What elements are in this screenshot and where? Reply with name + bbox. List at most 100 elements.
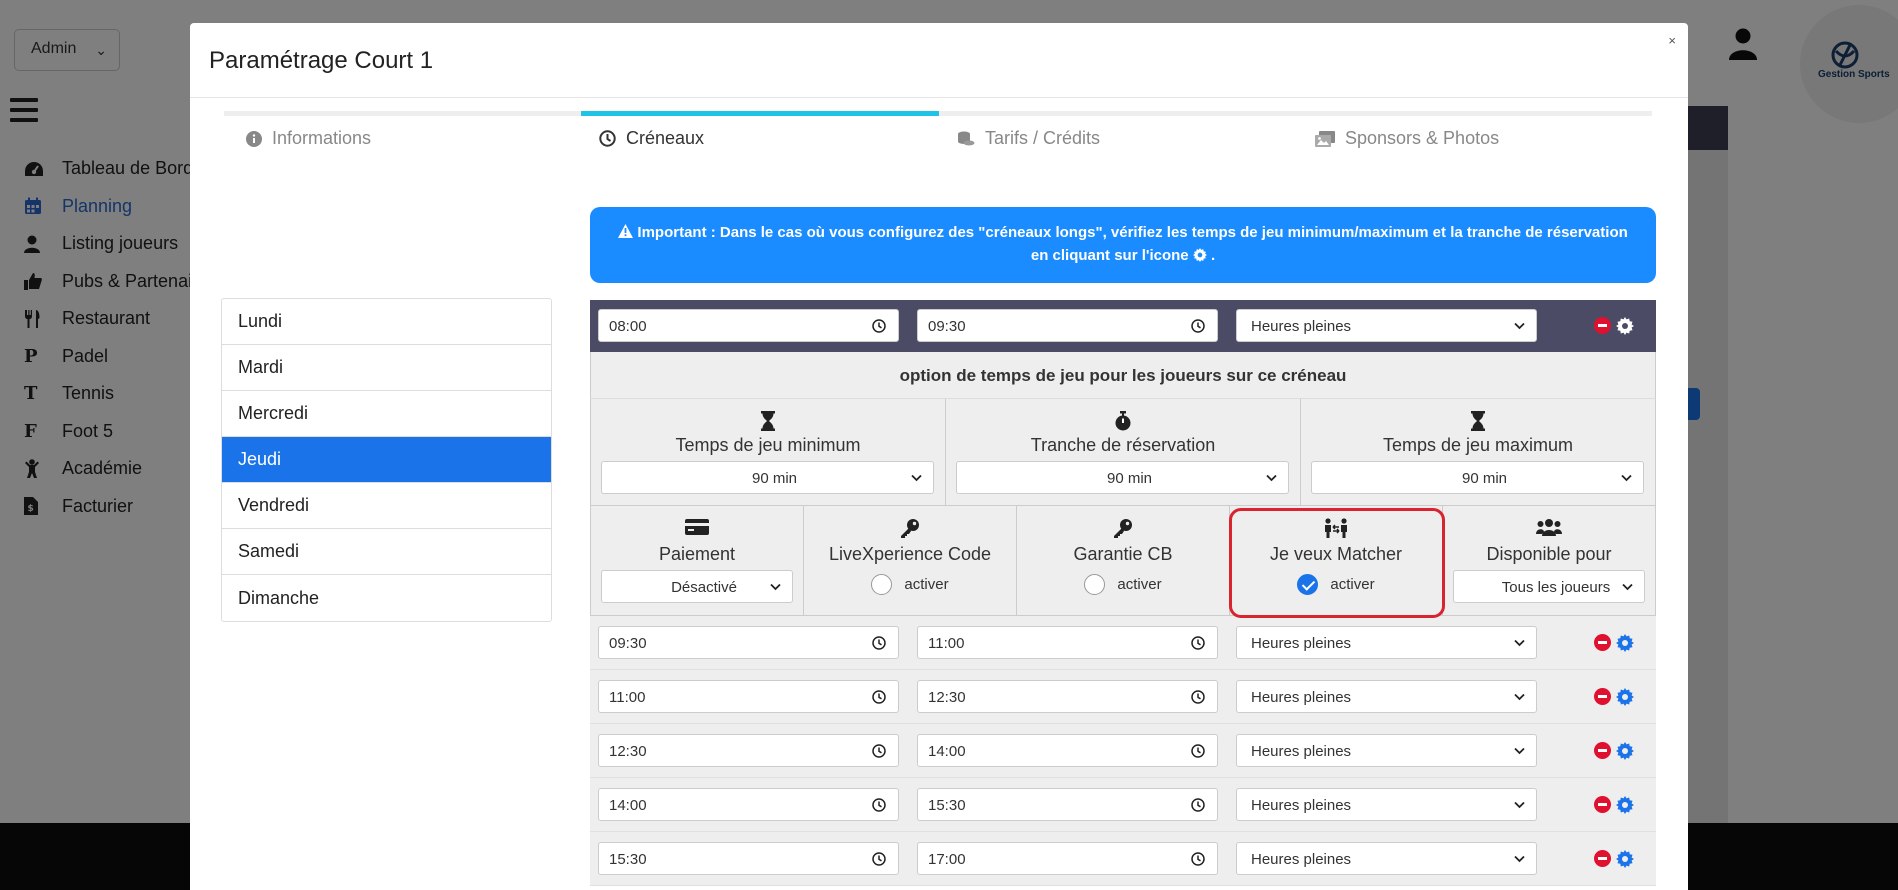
time-value: 15:30: [928, 797, 966, 814]
gear-icon[interactable]: [1616, 688, 1634, 706]
chevron-down-icon: [1514, 639, 1525, 647]
min-time-select[interactable]: 90 min: [601, 461, 934, 494]
remove-slot-icon[interactable]: [1594, 634, 1611, 651]
clock-icon: [872, 636, 886, 650]
disponible-select[interactable]: Tous les joueurs: [1453, 570, 1645, 603]
credit-card-icon: [685, 519, 709, 535]
select-value: 90 min: [751, 470, 798, 487]
day-item-mardi[interactable]: Mardi: [222, 345, 551, 391]
feature-options: Paiement Désactivé LiveXperience Code ac…: [590, 506, 1656, 616]
feature-label: Garantie CB: [1073, 544, 1173, 564]
rate-type-select[interactable]: Heures pleines: [1236, 842, 1537, 875]
tab-label: Sponsors & Photos: [1345, 128, 1500, 148]
option-max-time: Temps de jeu maximum 90 min: [1301, 399, 1655, 505]
end-time-input[interactable]: 09:30: [917, 309, 1218, 342]
rate-type-select[interactable]: Heures pleines: [1236, 626, 1537, 659]
gear-icon[interactable]: [1616, 317, 1634, 335]
time-value: 17:00: [928, 851, 966, 868]
remove-slot-icon[interactable]: [1594, 688, 1611, 705]
paiement-select[interactable]: Désactivé: [601, 570, 793, 603]
users-icon: [1536, 519, 1562, 536]
start-time-input[interactable]: 15:30: [598, 842, 899, 875]
slot-actions: [1594, 688, 1634, 706]
slot-row-expanded: 08:00 09:30 Heures pleines: [590, 300, 1656, 352]
clock-icon: [1191, 744, 1205, 758]
clock-icon: [872, 798, 886, 812]
radio-button[interactable]: [1084, 574, 1106, 595]
gear-icon[interactable]: [1616, 850, 1634, 868]
play-time-options: Temps de jeu minimum 90 min Tranche de r…: [590, 398, 1656, 506]
end-time-input[interactable]: 12:30: [917, 680, 1218, 713]
tab-sponsors-photos[interactable]: Sponsors & Photos: [1315, 111, 1499, 161]
rate-type-select[interactable]: Heures pleines: [1236, 788, 1537, 821]
feature-garantie: Garantie CB activer: [1017, 506, 1230, 615]
end-time-input[interactable]: 17:00: [917, 842, 1218, 875]
livexperience-radio[interactable]: activer: [871, 574, 949, 595]
stopwatch-icon: [1115, 411, 1131, 431]
start-time-input[interactable]: 11:00: [598, 680, 899, 713]
rate-type-select[interactable]: Heures pleines: [1236, 309, 1537, 342]
options-title: option de temps de jeu pour les joueurs …: [590, 352, 1656, 398]
gear-icon[interactable]: [1616, 796, 1634, 814]
remove-slot-icon[interactable]: [1594, 850, 1611, 867]
chevron-down-icon: [1514, 855, 1525, 863]
start-time-input[interactable]: 08:00: [598, 309, 899, 342]
radio-button[interactable]: [871, 574, 893, 595]
garantie-radio[interactable]: activer: [1084, 574, 1162, 595]
chevron-down-icon: [1621, 474, 1632, 482]
day-item-samedi[interactable]: Samedi: [222, 529, 551, 575]
remove-slot-icon[interactable]: [1594, 742, 1611, 759]
max-time-select[interactable]: 90 min: [1311, 461, 1644, 494]
tab-label: Créneaux: [626, 128, 705, 148]
chevron-down-icon: [911, 474, 922, 482]
remove-slot-icon[interactable]: [1594, 317, 1611, 334]
day-item-vendredi[interactable]: Vendredi: [222, 483, 551, 529]
chevron-down-icon: [1266, 474, 1277, 482]
clock-icon: [872, 319, 886, 333]
tab-informations[interactable]: Informations: [246, 111, 371, 161]
highlight-box: [1229, 508, 1445, 618]
clock-icon: [872, 744, 886, 758]
tab-tarifs-credits[interactable]: Tarifs / Crédits: [957, 111, 1100, 161]
day-item-jeudi[interactable]: Jeudi: [222, 437, 551, 483]
alert-text: .: [1210, 247, 1216, 264]
slot-actions: [1594, 796, 1634, 814]
tranche-select[interactable]: 90 min: [956, 461, 1289, 494]
clock-icon: [1191, 636, 1205, 650]
start-time-input[interactable]: 14:00: [598, 788, 899, 821]
rate-type-select[interactable]: Heures pleines: [1236, 734, 1537, 767]
start-time-input[interactable]: 09:30: [598, 626, 899, 659]
rate-type-select[interactable]: Heures pleines: [1236, 680, 1537, 713]
remove-slot-icon[interactable]: [1594, 796, 1611, 813]
court-settings-modal: Paramétrage Court 1 × Informations Créne…: [190, 23, 1688, 890]
tab-label: Tarifs / Crédits: [985, 128, 1101, 148]
clock-icon: [1191, 798, 1205, 812]
feature-label: Paiement: [658, 544, 736, 564]
images-icon: [1315, 130, 1335, 147]
tab-creneaux[interactable]: Créneaux: [581, 111, 939, 161]
day-item-mercredi[interactable]: Mercredi: [222, 391, 551, 437]
chevron-down-icon: [1514, 693, 1525, 701]
gear-icon[interactable]: [1616, 634, 1634, 652]
hourglass-icon: [761, 411, 775, 431]
day-item-lundi[interactable]: Lundi: [222, 299, 551, 345]
day-list: Lundi Mardi Mercredi Jeudi Vendredi Same…: [221, 298, 552, 622]
clock-icon: [872, 852, 886, 866]
start-time-input[interactable]: 12:30: [598, 734, 899, 767]
end-time-input[interactable]: 14:00: [917, 734, 1218, 767]
end-time-input[interactable]: 15:30: [917, 788, 1218, 821]
end-time-input[interactable]: 11:00: [917, 626, 1218, 659]
select-value: Heures pleines: [1251, 797, 1352, 814]
gear-icon[interactable]: [1616, 742, 1634, 760]
slot-row: 12:30 14:00 Heures pleines: [590, 724, 1656, 778]
option-tranche: Tranche de réservation 90 min: [946, 399, 1301, 505]
feature-livexperience: LiveXperience Code activer: [804, 506, 1017, 615]
option-label: Temps de jeu maximum: [1382, 435, 1574, 455]
feature-disponible: Disponible pour Tous les joueurs: [1443, 506, 1655, 615]
time-value: 11:00: [928, 635, 965, 652]
day-item-dimanche[interactable]: Dimanche: [222, 575, 551, 621]
tab-bar: Informations Créneaux Tarifs / Crédits S…: [224, 111, 1652, 156]
close-icon[interactable]: ×: [1668, 33, 1676, 48]
select-value: Désactivé: [671, 579, 737, 596]
select-value: Tous les joueurs: [1501, 579, 1611, 596]
